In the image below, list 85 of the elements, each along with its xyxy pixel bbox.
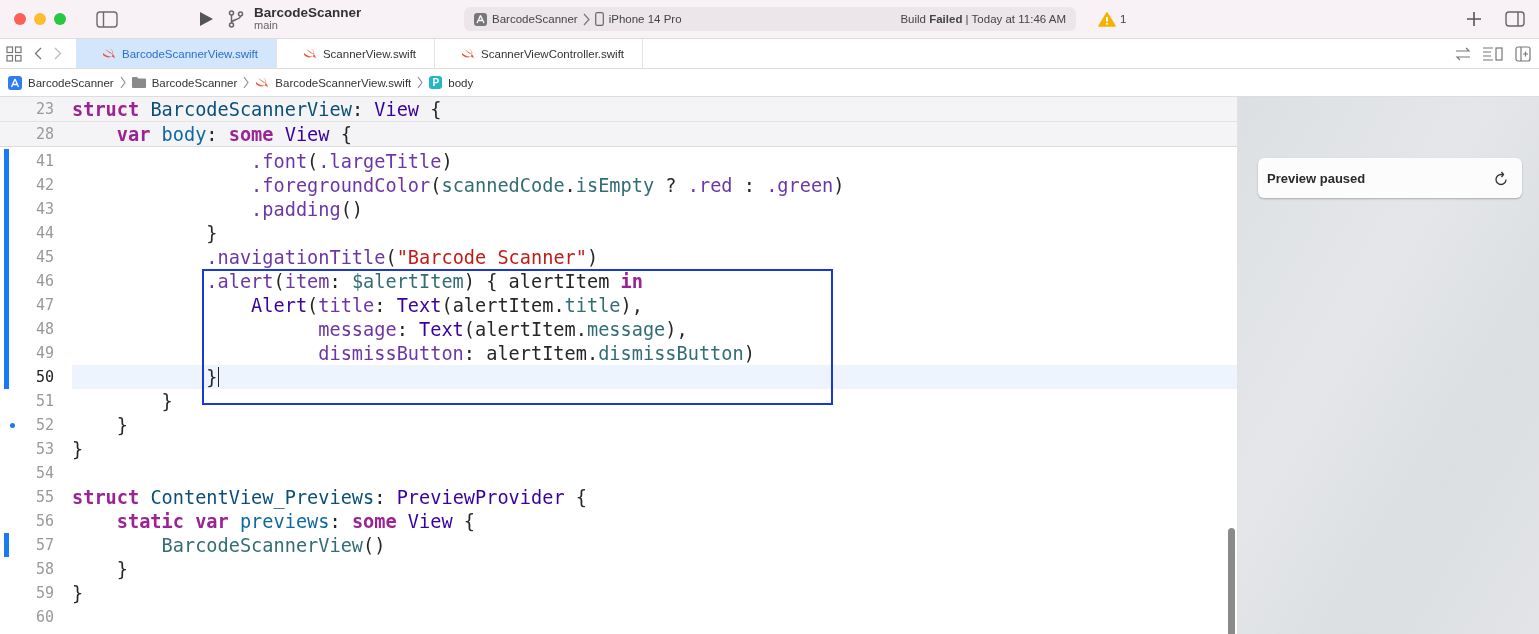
add-icon[interactable]	[1467, 12, 1481, 26]
code-line: struct ContentView_Previews: PreviewProvider {	[72, 486, 587, 508]
line-number: 53	[34, 439, 55, 460]
file-tab[interactable]: ScannerViewController.swift	[435, 39, 644, 68]
line-number: 50	[34, 367, 55, 388]
code-line: .foregroundColor(scannedCode.isEmpty ? .red : .green)	[250, 174, 845, 196]
line-number: 57	[34, 535, 55, 556]
line-number: 47	[34, 295, 55, 316]
swift-icon	[255, 76, 270, 89]
app-icon	[474, 12, 487, 26]
code-line: }	[72, 438, 84, 460]
line-number: 49	[34, 343, 55, 364]
add-editor-icon[interactable]	[1515, 45, 1531, 62]
code-line: .font(.largeTitle)	[250, 150, 453, 172]
breadcrumb-item[interactable]: BarcodeScanner	[28, 76, 114, 89]
branch-icon	[228, 10, 244, 28]
code-line: BarcodeScannerView()	[160, 534, 386, 556]
line-number: 60	[34, 607, 55, 628]
swap-icon[interactable]	[1455, 46, 1471, 61]
line-number: 48	[34, 319, 55, 340]
line-number: 56	[34, 511, 55, 532]
run-icon[interactable]	[198, 11, 214, 27]
code-line: .alert(item: $alertItem) { alertItem in	[205, 270, 643, 292]
refresh-icon[interactable]	[1494, 170, 1508, 186]
back-icon[interactable]	[34, 47, 42, 60]
line-number: 52	[34, 415, 55, 436]
scheme-selector[interactable]: BarcodeScanner iPhone 14 Pro	[474, 12, 682, 26]
code-line: .padding()	[250, 198, 364, 220]
line-number: 51	[34, 391, 55, 412]
property-badge: P	[429, 76, 443, 89]
text-cursor	[217, 367, 220, 387]
line-number: 44	[34, 223, 55, 244]
code-line: }	[205, 366, 220, 388]
chevron-right-icon	[582, 12, 590, 26]
code-line: struct BarcodeScannerView: View {	[72, 98, 442, 120]
app-icon	[8, 75, 22, 90]
line-number: 54	[34, 463, 55, 484]
scheme-name: BarcodeScanner	[492, 13, 578, 25]
branch-name: main	[254, 20, 279, 32]
build-status: Build Failed | Today at 11:46 AM	[900, 13, 1066, 25]
preview-message: Preview paused	[1267, 170, 1366, 186]
phone-icon	[594, 12, 604, 26]
swift-icon	[102, 47, 116, 60]
line-number: 23	[34, 99, 55, 120]
file-tab[interactable]: ScannerView.swift	[276, 39, 436, 68]
breadcrumb-item[interactable]: BarcodeScannerView.swift	[275, 76, 412, 89]
swift-icon	[461, 47, 476, 60]
swift-icon	[302, 47, 317, 60]
sidebar-toggle-icon[interactable]	[96, 10, 118, 28]
chevron-right-icon	[243, 76, 250, 89]
code-line: }	[115, 414, 128, 436]
code-line: }	[72, 582, 84, 604]
line-number: 55	[34, 487, 55, 508]
code-line: dismissButton: alertItem.dismissButton)	[317, 342, 755, 364]
grid-icon[interactable]	[6, 45, 22, 62]
inspector-toggle-icon[interactable]	[1505, 11, 1525, 27]
code-line: var body: some View {	[115, 123, 352, 145]
line-number: 41	[34, 151, 55, 172]
project-name: BarcodeScanner	[254, 6, 363, 21]
code-line: Alert(title: Text(alertItem.title),	[250, 294, 643, 316]
change-dot	[9, 422, 15, 428]
line-number: 59	[34, 583, 55, 604]
code-line: static var previews: some View {	[115, 510, 476, 532]
scrollbar[interactable]	[1228, 528, 1235, 634]
line-number: 58	[34, 559, 55, 580]
device-name: iPhone 14 Pro	[608, 13, 682, 25]
file-tab[interactable]: BarcodeScannerView.swift	[76, 39, 277, 68]
folder-icon	[131, 77, 146, 88]
code-line: }	[205, 222, 218, 244]
breadcrumb-item[interactable]: BarcodeScanner	[151, 76, 238, 89]
code-line: }	[115, 558, 128, 580]
breadcrumb-item[interactable]: body	[448, 76, 474, 89]
close-window-button[interactable]	[14, 13, 26, 25]
code-line: }	[160, 390, 173, 412]
line-number: 43	[34, 199, 55, 220]
editor-options-icon[interactable]	[1483, 46, 1503, 61]
code-line: .navigationTitle("Barcode Scanner")	[205, 246, 599, 268]
warning-count: 1	[1120, 13, 1127, 25]
chevron-right-icon	[417, 76, 424, 89]
line-number: 42	[34, 175, 55, 196]
code-line: message: Text(alertItem.message),	[317, 318, 688, 340]
line-number: 28	[34, 124, 55, 145]
line-number: 45	[34, 247, 55, 268]
line-number: 46	[34, 271, 55, 292]
chevron-right-icon	[119, 76, 126, 89]
